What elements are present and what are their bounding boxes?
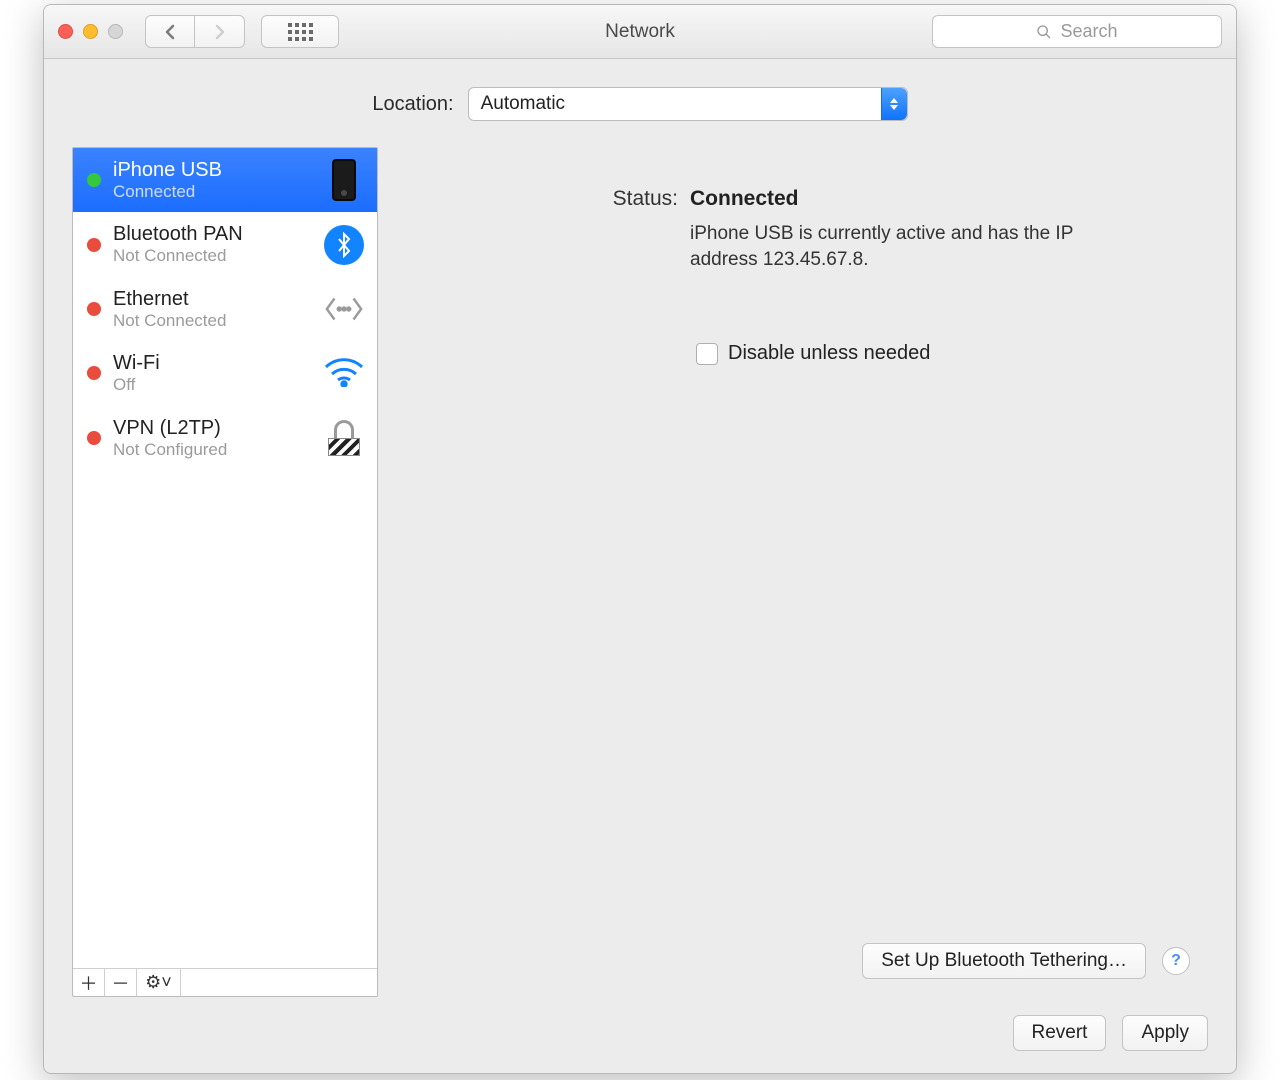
- remove-service-button[interactable]: －: [105, 969, 137, 996]
- status-dot: [87, 238, 101, 252]
- status-dot: [87, 173, 101, 187]
- status-row: Status: Connected: [416, 187, 1190, 211]
- gear-icon: ⚙︎˅: [145, 972, 172, 993]
- bluetooth-icon: [324, 225, 364, 265]
- add-service-button[interactable]: ＋: [73, 969, 105, 996]
- location-value: Automatic: [481, 93, 565, 115]
- revert-button[interactable]: Revert: [1013, 1015, 1107, 1051]
- service-name: iPhone USB: [113, 158, 311, 182]
- network-prefs-window: Network Search Location: Automatic iPhon…: [43, 4, 1237, 1074]
- advanced-row: Set Up Bluetooth Tethering… ?: [862, 943, 1190, 987]
- service-actions-button[interactable]: ⚙︎˅: [137, 969, 181, 996]
- select-stepper-icon: [881, 88, 907, 120]
- help-button[interactable]: ?: [1162, 947, 1190, 975]
- close-window-button[interactable]: [58, 24, 73, 39]
- status-value: Connected: [690, 187, 799, 211]
- status-dot: [87, 366, 101, 380]
- location-select[interactable]: Automatic: [468, 87, 908, 121]
- disable-unless-needed-label: Disable unless needed: [728, 342, 930, 365]
- disable-unless-needed-row: Disable unless needed: [696, 342, 1190, 365]
- service-list: iPhone USBConnectedBluetooth PANNot Conn…: [73, 148, 377, 968]
- status-dot: [87, 431, 101, 445]
- lock-icon: [326, 420, 362, 456]
- wifi-icon: [322, 355, 366, 392]
- show-all-button[interactable]: [261, 15, 339, 48]
- grid-icon: [288, 23, 313, 41]
- search-icon: [1036, 24, 1052, 40]
- window-controls: [58, 24, 123, 39]
- zoom-window-button[interactable]: [108, 24, 123, 39]
- columns: iPhone USBConnectedBluetooth PANNot Conn…: [44, 147, 1236, 997]
- service-status: Not Connected: [113, 246, 311, 266]
- search-placeholder: Search: [1060, 21, 1117, 42]
- status-dot: [87, 302, 101, 316]
- service-item-vpn-l2tp-[interactable]: VPN (L2TP)Not Configured: [73, 406, 377, 470]
- location-label: Location:: [372, 93, 453, 116]
- service-name: Wi-Fi: [113, 351, 311, 375]
- service-sidebar: iPhone USBConnectedBluetooth PANNot Conn…: [72, 147, 378, 997]
- service-item-wi-fi[interactable]: Wi-FiOff: [73, 341, 377, 405]
- detail-pane: Status: Connected iPhone USB is currentl…: [398, 147, 1208, 997]
- chevron-right-icon: [214, 24, 226, 40]
- forward-button[interactable]: [195, 15, 245, 48]
- sidebar-footer: ＋ － ⚙︎˅: [73, 968, 377, 996]
- service-item-ethernet[interactable]: EthernetNot Connected: [73, 277, 377, 341]
- service-status: Off: [113, 375, 311, 395]
- iphone-icon: [332, 159, 356, 201]
- setup-bluetooth-tethering-button[interactable]: Set Up Bluetooth Tethering…: [862, 943, 1146, 979]
- service-name: Ethernet: [113, 287, 311, 311]
- service-status: Not Configured: [113, 440, 311, 460]
- footer: Revert Apply: [44, 997, 1236, 1051]
- service-status: Connected: [113, 182, 311, 202]
- ethernet-icon: [323, 294, 365, 324]
- back-button[interactable]: [145, 15, 195, 48]
- nav-buttons: [145, 15, 245, 48]
- status-description: iPhone USB is currently active and has t…: [690, 221, 1120, 272]
- apply-button[interactable]: Apply: [1122, 1015, 1208, 1051]
- prefs-body: Location: Automatic iPhone USBConnectedB…: [44, 59, 1236, 1073]
- location-row: Location: Automatic: [44, 87, 1236, 121]
- service-name: Bluetooth PAN: [113, 222, 311, 246]
- titlebar: Network Search: [44, 5, 1236, 59]
- chevron-left-icon: [164, 24, 176, 40]
- disable-unless-needed-checkbox[interactable]: [696, 343, 718, 365]
- service-status: Not Connected: [113, 311, 311, 331]
- service-name: VPN (L2TP): [113, 416, 311, 440]
- service-item-bluetooth-pan[interactable]: Bluetooth PANNot Connected: [73, 212, 377, 276]
- service-item-iphone-usb[interactable]: iPhone USBConnected: [73, 148, 377, 212]
- minimize-window-button[interactable]: [83, 24, 98, 39]
- status-label: Status:: [416, 187, 678, 211]
- search-field[interactable]: Search: [932, 15, 1222, 48]
